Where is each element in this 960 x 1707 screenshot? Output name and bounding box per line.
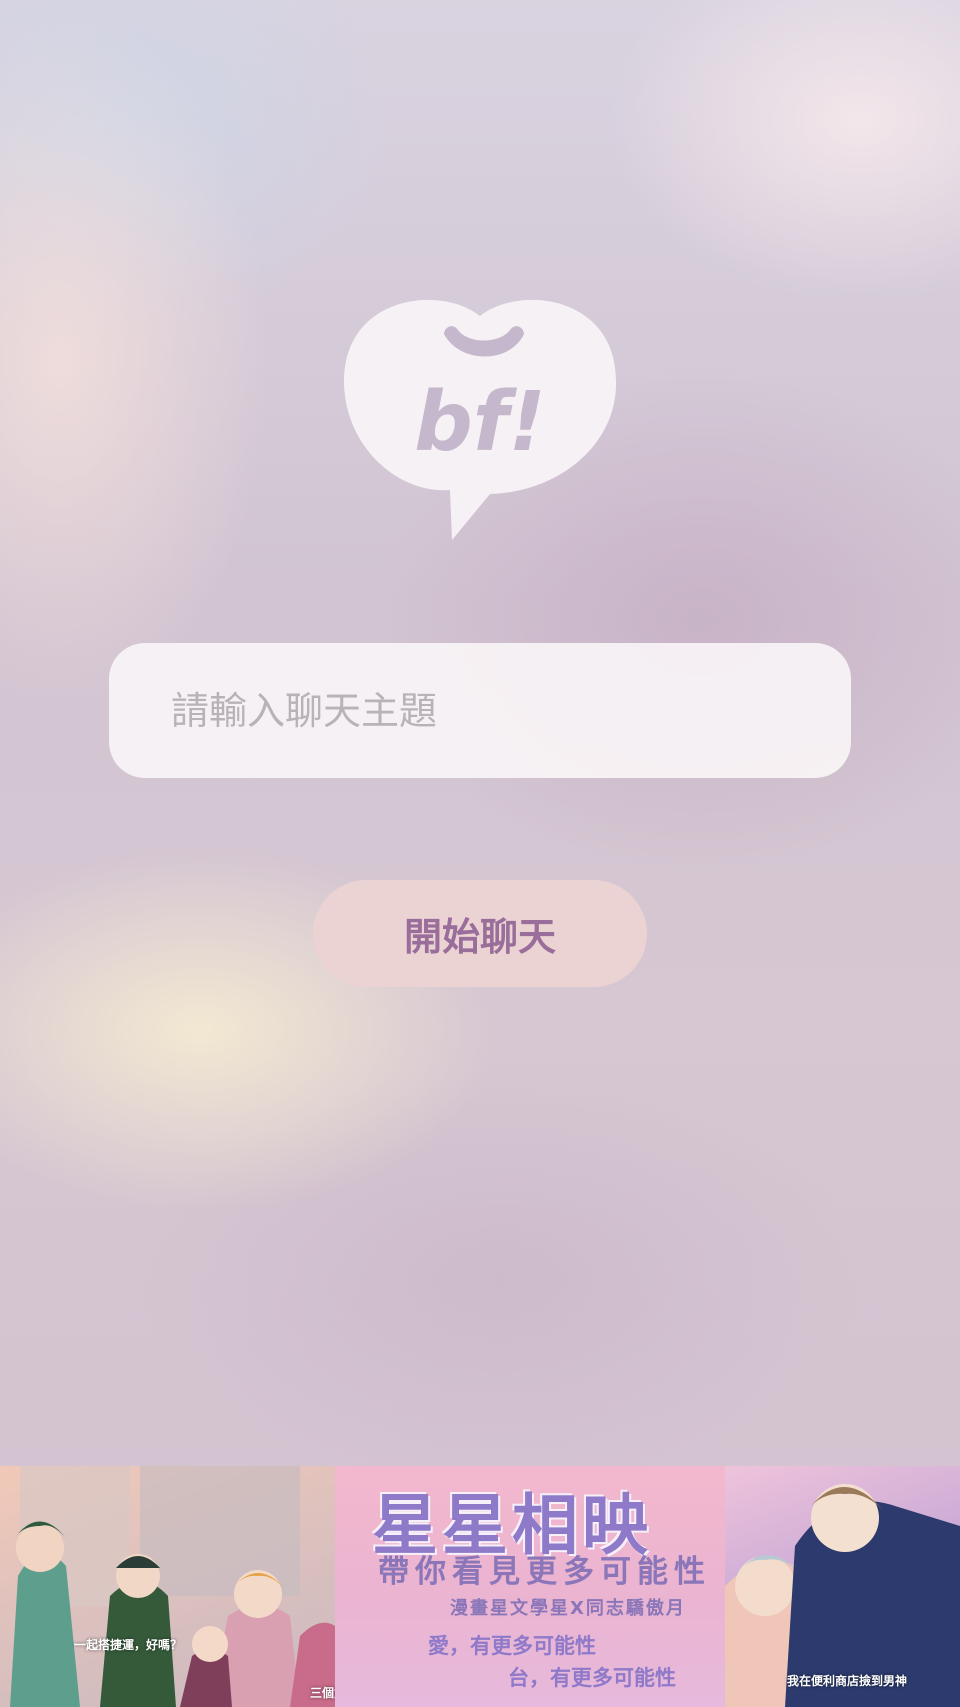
- topic-input[interactable]: [109, 643, 851, 778]
- caption-middle: 三個女人不結婚: [310, 1686, 335, 1700]
- caption-right: 我在便利商店撿到男神: [787, 1674, 908, 1688]
- bf-logo: bf!: [343, 299, 617, 540]
- banner-left-artwork: 一起搭捷運，好嗎？ 三個女人不結婚: [0, 1466, 335, 1707]
- banner-right-artwork: 我在便利商店撿到男神: [725, 1466, 960, 1707]
- comic-illustration-left: [10, 1466, 335, 1707]
- banner-subtitle: 帶你看見更多可能性: [378, 1554, 711, 1590]
- caption-left: 一起搭捷運，好嗎？: [74, 1638, 183, 1652]
- banner-collab: 漫畫星文學星X同志驕傲月: [450, 1598, 686, 1619]
- start-chat-button[interactable]: 開始聊天: [313, 880, 647, 987]
- banner-line-1: 愛，有更多可能性: [428, 1634, 596, 1658]
- logo-text: bf!: [414, 375, 546, 470]
- promo-banner[interactable]: 一起搭捷運，好嗎？ 三個女人不結婚 星星相映 帶你看見更多可能性 漫畫星文學星X…: [0, 1466, 960, 1707]
- banner-line-2: 台，有更多可能性: [508, 1666, 676, 1690]
- comic-illustration-right: [725, 1484, 960, 1707]
